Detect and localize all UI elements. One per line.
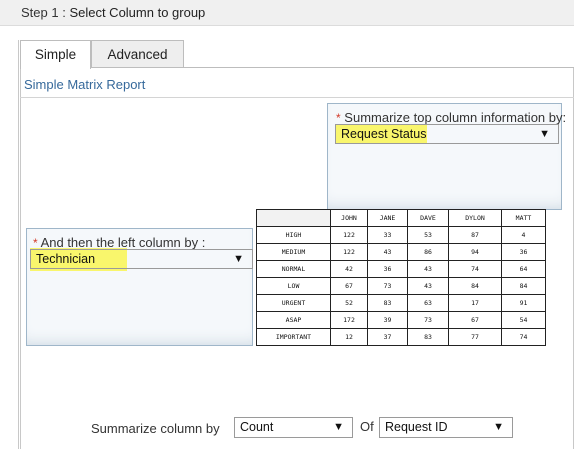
matrix-corner-cell	[256, 209, 331, 227]
table-cell: 53	[407, 226, 449, 244]
column-header: JANE	[367, 209, 408, 227]
row-header: MEDIUM	[256, 243, 331, 261]
table-cell: 64	[501, 260, 546, 278]
table-cell: 87	[448, 226, 502, 244]
matrix-preview-table: JOHN JANE DAVE DYLON MATT HIGH 122 33 53…	[256, 209, 546, 346]
table-cell: 83	[367, 294, 408, 312]
summarize-function-value: Count	[240, 420, 274, 434]
outer-divider	[18, 40, 19, 449]
step-title: Select Column to group	[69, 5, 206, 20]
table-cell: 84	[448, 277, 502, 295]
table-cell: 42	[330, 260, 368, 278]
row-header: LOW	[256, 277, 331, 295]
table-cell: 74	[501, 328, 546, 346]
of-label: Of	[360, 419, 374, 434]
row-header: IMPORTANT	[256, 328, 331, 346]
table-cell: 54	[501, 311, 546, 329]
table-cell: 67	[330, 277, 368, 295]
table-cell: 33	[367, 226, 408, 244]
table-cell: 84	[501, 277, 546, 295]
table-row: NORMAL 42 36 43 74 64	[256, 260, 546, 278]
table-cell: 17	[448, 294, 502, 312]
top-column-select[interactable]: Request Status ▼	[335, 124, 559, 144]
left-column-box: * And then the left column by :	[26, 228, 253, 346]
table-cell: 37	[367, 328, 408, 346]
summarize-field-select[interactable]: Request ID ▼	[379, 417, 513, 438]
table-cell: 52	[330, 294, 368, 312]
table-cell: 43	[367, 243, 408, 261]
chevron-down-icon: ▼	[233, 253, 244, 265]
table-cell: 43	[407, 277, 449, 295]
row-header: NORMAL	[256, 260, 331, 278]
row-header: ASAP	[256, 311, 331, 329]
table-cell: 83	[407, 328, 449, 346]
table-row: HIGH 122 33 53 87 4	[256, 226, 546, 244]
summarize-field-value: Request ID	[385, 420, 448, 434]
chevron-down-icon: ▼	[493, 421, 504, 433]
tab-simple[interactable]: Simple	[20, 40, 91, 69]
table-cell: 36	[367, 260, 408, 278]
summarize-by-label: Summarize column by	[91, 421, 220, 436]
top-column-label: * Summarize top column information by:	[336, 110, 566, 125]
table-cell: 43	[407, 260, 449, 278]
table-cell: 73	[367, 277, 408, 295]
step-number: Step 1	[21, 5, 59, 20]
chevron-down-icon: ▼	[539, 128, 550, 140]
step-separator: :	[58, 5, 70, 20]
table-row: MEDIUM 122 43 86 94 36	[256, 243, 546, 261]
left-column-select[interactable]: Technician ▼	[30, 249, 253, 269]
table-row: ASAP 172 39 73 67 54	[256, 311, 546, 329]
table-cell: 91	[501, 294, 546, 312]
top-column-value: Request Status	[341, 127, 427, 141]
table-cell: 39	[367, 311, 408, 329]
table-cell: 172	[330, 311, 368, 329]
table-cell: 77	[448, 328, 502, 346]
left-column-value: Technician	[36, 252, 96, 266]
table-cell: 122	[330, 243, 368, 261]
column-header: MATT	[501, 209, 546, 227]
table-cell: 86	[407, 243, 449, 261]
table-cell: 74	[448, 260, 502, 278]
table-cell: 122	[330, 226, 368, 244]
table-cell: 4	[501, 226, 546, 244]
column-header: DYLON	[448, 209, 502, 227]
column-header: DAVE	[407, 209, 449, 227]
table-cell: 73	[407, 311, 449, 329]
table-row: LOW 67 73 43 84 84	[256, 277, 546, 295]
table-cell: 67	[448, 311, 502, 329]
summarize-function-select[interactable]: Count ▼	[234, 417, 353, 438]
table-cell: 63	[407, 294, 449, 312]
table-cell: 12	[330, 328, 368, 346]
step-header: Step 1 : Select Column to group	[0, 0, 574, 26]
top-column-box: * Summarize top column information by:	[327, 103, 566, 210]
report-title: Simple Matrix Report	[20, 68, 574, 98]
tab-advanced[interactable]: Advanced	[91, 40, 184, 68]
top-column-label-text: Summarize top column information by:	[344, 110, 567, 125]
matrix-header-row: JOHN JANE DAVE DYLON MATT	[256, 209, 546, 227]
required-mark: *	[336, 111, 341, 125]
table-row: IMPORTANT 12 37 83 77 74	[256, 328, 546, 346]
column-header: JOHN	[330, 209, 368, 227]
chevron-down-icon: ▼	[333, 421, 344, 433]
row-header: URGENT	[256, 294, 331, 312]
row-header: HIGH	[256, 226, 331, 244]
table-cell: 94	[448, 243, 502, 261]
table-cell: 36	[501, 243, 546, 261]
table-row: URGENT 52 83 63 17 91	[256, 294, 546, 312]
